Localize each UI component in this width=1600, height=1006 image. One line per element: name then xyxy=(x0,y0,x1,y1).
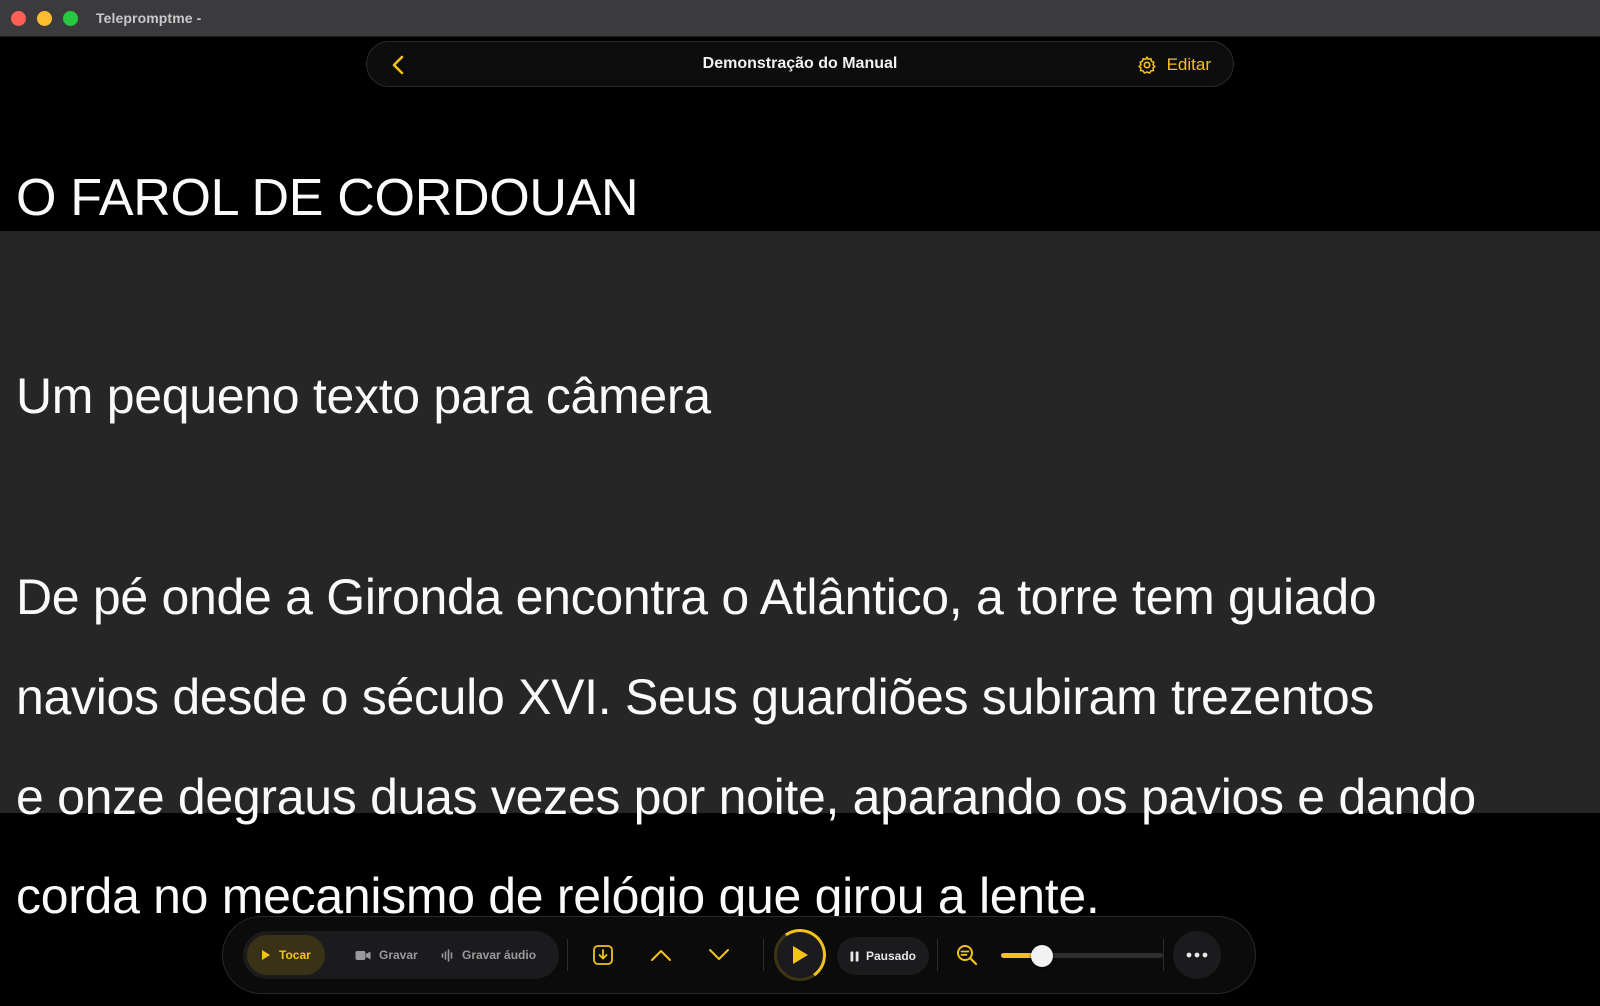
play-mode-button[interactable]: Tocar xyxy=(247,935,325,975)
record-video-button[interactable]: Gravar xyxy=(341,935,432,975)
download-tray-icon xyxy=(593,945,613,965)
play-icon xyxy=(262,950,270,960)
import-button[interactable] xyxy=(583,935,623,975)
pause-icon xyxy=(850,951,859,961)
edit-label: Editar xyxy=(1166,55,1211,74)
video-camera-icon xyxy=(355,950,371,960)
document-header: Demonstração do Manual Editar xyxy=(366,41,1234,87)
divider xyxy=(763,939,764,971)
script-line: e onze degraus duas vezes por noite, apa… xyxy=(16,769,1476,825)
play-icon xyxy=(793,946,808,964)
chevron-up-icon xyxy=(651,950,671,961)
scroll-up-button[interactable] xyxy=(641,935,681,975)
zoom-out-button[interactable] xyxy=(947,935,987,975)
script-line: navios desde o século XVI. Seus guardiõe… xyxy=(16,669,1375,725)
window-titlebar: Telepromptme - xyxy=(0,0,1600,37)
record-audio-label: Gravar áudio xyxy=(462,948,537,962)
record-video-label: Gravar xyxy=(379,948,418,962)
script-line: corda no mecanismo de relógio que girou … xyxy=(16,868,1100,917)
script-heading: O FAROL DE CORDOUAN xyxy=(16,169,639,227)
playback-control-bar: Tocar Gravar Gravar áudio Pausado xyxy=(222,916,1256,994)
scroll-down-button[interactable] xyxy=(699,935,739,975)
minimize-window-button[interactable] xyxy=(37,11,52,26)
more-options-button[interactable] xyxy=(1173,931,1221,979)
document-title: Demonstração do Manual xyxy=(702,55,898,72)
zoom-out-icon xyxy=(957,945,978,966)
speed-slider[interactable] xyxy=(1001,945,1163,967)
divider xyxy=(567,939,568,971)
script-line: Um pequeno texto para câmera xyxy=(16,368,711,424)
script-line: De pé onde a Gironda encontra o Atlântic… xyxy=(16,569,1377,625)
record-audio-button[interactable]: Gravar áudio xyxy=(427,935,550,975)
gear-icon xyxy=(1137,56,1156,74)
play-mode-label: Tocar xyxy=(279,948,311,962)
speed-slider-thumb[interactable] xyxy=(1031,945,1053,967)
playback-status-label: Pausado xyxy=(866,949,917,963)
script-line-clip: corda no mecanismo de relógio que girou … xyxy=(0,855,1600,917)
divider xyxy=(937,939,938,971)
zoom-window-button[interactable] xyxy=(63,11,78,26)
window-title: Telepromptme - xyxy=(96,10,202,26)
playback-status: Pausado xyxy=(837,937,929,975)
waveform-icon xyxy=(441,948,453,962)
play-pause-button[interactable] xyxy=(774,929,826,981)
edit-button[interactable]: Editar xyxy=(1137,53,1211,77)
mode-selector: Tocar Gravar Gravar áudio xyxy=(243,931,559,979)
close-window-button[interactable] xyxy=(11,11,26,26)
ellipsis-icon xyxy=(1186,952,1208,958)
divider xyxy=(1163,939,1164,971)
chevron-down-icon xyxy=(709,949,729,960)
